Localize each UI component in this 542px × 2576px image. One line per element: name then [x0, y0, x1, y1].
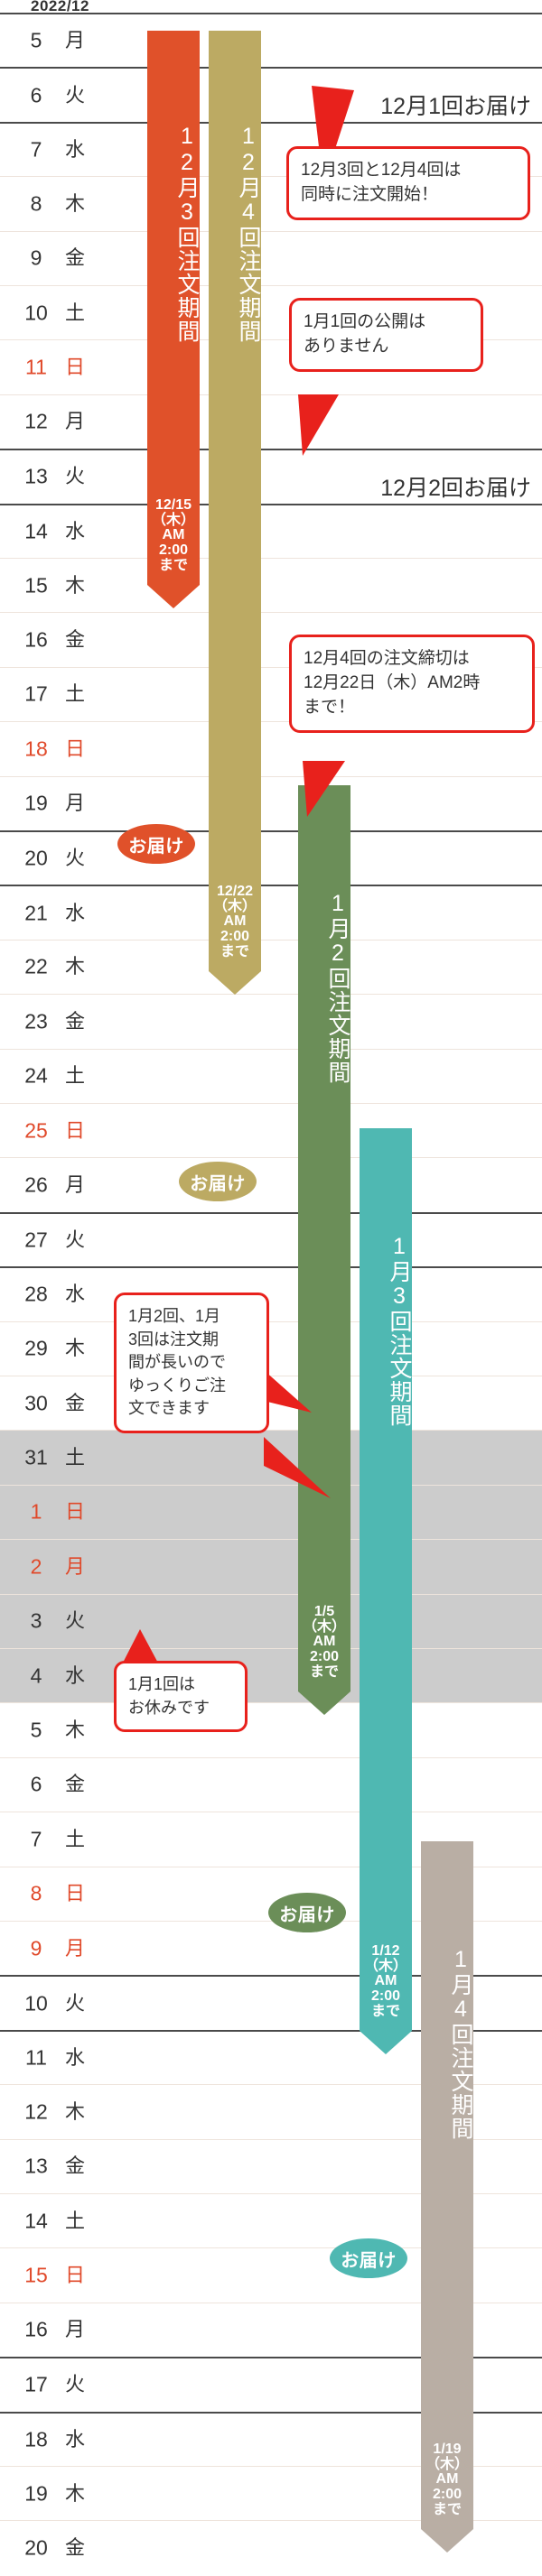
callout-same-start: 12月3回と12月4回は 同時に注文開始！	[286, 146, 530, 220]
pointer-dec4-deadline	[303, 761, 345, 817]
pointer-no-jan1	[298, 394, 339, 456]
callout-long-period: 1月2回、1月 3回は注文期 間が長いので ゆっくりご注 文できます	[114, 1293, 269, 1433]
callout-jan1-holiday: 1月1回は お休みです	[114, 1661, 248, 1733]
callout-pointer-layer	[120, 86, 354, 1668]
delivery-schedule-calendar: 2022/122023/1 5月6火7水8木9金10土11日12月13火14水1…	[0, 0, 542, 2576]
callout-no-jan1: 1月1回の公開は ありません	[289, 298, 483, 372]
pointer-long-period-upper	[264, 1370, 312, 1413]
pointer-long-period-lower	[264, 1437, 331, 1498]
callout-dec4-deadline: 12月4回の注文締切は 12月22日（木）AM2時 まで！	[289, 635, 535, 733]
